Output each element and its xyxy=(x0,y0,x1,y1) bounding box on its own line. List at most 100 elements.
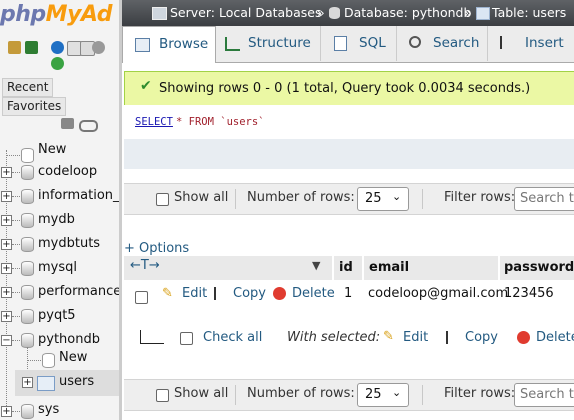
tree-item-pyqt5[interactable]: pyqt5 xyxy=(38,308,76,323)
tree-item-mysql[interactable]: mysql xyxy=(38,260,77,275)
row-delete-link[interactable]: Delete xyxy=(292,286,335,301)
logo-text-php: php xyxy=(0,2,46,27)
tab-structure-label: Structure xyxy=(248,35,311,51)
table-row: ✎ Edit Copy Delete 1 codeloop@gmail.com … xyxy=(124,281,574,309)
table-header-id[interactable]: id xyxy=(334,256,362,280)
bulk-copy-button[interactable]: Copy xyxy=(465,330,498,345)
cell-id[interactable]: 1 xyxy=(344,286,352,301)
tree-item-new-table[interactable]: New xyxy=(59,350,87,365)
with-selected-label: With selected: xyxy=(287,330,381,345)
expand-icon[interactable]: + xyxy=(22,377,33,388)
reload-icon[interactable] xyxy=(51,57,64,70)
check-all-label[interactable]: Check all xyxy=(203,330,262,345)
table-header-password-label: password xyxy=(504,260,574,275)
expand-icon[interactable]: + xyxy=(1,167,12,178)
show-all-label[interactable]: Show all xyxy=(174,386,228,401)
row-copy-link[interactable]: Copy xyxy=(233,286,266,301)
collapse-all-icon[interactable] xyxy=(61,118,74,129)
breadcrumb-table[interactable]: Table: users xyxy=(492,5,566,20)
show-all-label[interactable]: Show all xyxy=(174,190,228,205)
database-icon xyxy=(21,165,34,180)
tree-item-mydbtuts[interactable]: mydbtuts xyxy=(38,236,100,251)
expand-icon[interactable]: + xyxy=(1,239,12,250)
tab-structure[interactable]: Structure xyxy=(215,26,321,61)
tree-item-sys[interactable]: sys xyxy=(38,402,59,417)
rows-per-page-select[interactable]: 25 ⌄ xyxy=(357,187,409,211)
expand-icon[interactable]: + xyxy=(1,311,12,322)
database-icon xyxy=(21,189,34,204)
tree-item-performance-schema[interactable]: performance_ xyxy=(38,284,119,299)
table-header-id-label: id xyxy=(339,260,353,275)
tree-item-pythondb[interactable]: pythondb xyxy=(38,332,100,347)
row-edit-link[interactable]: Edit xyxy=(182,286,207,301)
table-icon xyxy=(476,7,490,20)
breadcrumb-server[interactable]: Server: Local Databases xyxy=(170,5,321,20)
expand-icon[interactable]: + xyxy=(1,263,12,274)
logo-text-myadmin: MyAd xyxy=(45,2,113,27)
table-header-email-label: email xyxy=(369,260,410,275)
sql-query-rest: * FROM `users` xyxy=(176,116,265,128)
database-icon xyxy=(21,309,34,324)
number-of-rows-label: Number of rows: xyxy=(247,386,355,401)
sort-triangle-icon[interactable]: ▼ xyxy=(312,259,320,272)
filter-rows-input[interactable]: Search th xyxy=(514,187,574,211)
nav-splitter[interactable] xyxy=(119,0,122,420)
expand-icon[interactable]: + xyxy=(1,191,12,202)
rows-per-page-select[interactable]: 25 ⌄ xyxy=(357,383,409,407)
row-checkbox[interactable] xyxy=(135,291,148,304)
bulk-delete-button[interactable]: Delete xyxy=(536,330,574,345)
tab-bar: Browse Structure SQL Search Insert xyxy=(122,26,574,63)
sql-icon xyxy=(334,36,347,51)
sql-keyword-select[interactable]: SELECT xyxy=(135,116,173,128)
bulk-edit-button[interactable]: Edit xyxy=(403,330,428,345)
breadcrumb-database[interactable]: Database: pythondb xyxy=(344,5,471,20)
expand-icon[interactable]: + xyxy=(1,287,12,298)
tree-item-information-schema[interactable]: information_s xyxy=(38,188,119,203)
tree-item-new[interactable]: New xyxy=(38,142,66,157)
database-icon xyxy=(21,237,34,252)
link-icon[interactable] xyxy=(79,120,98,132)
home-icon[interactable] xyxy=(8,41,21,54)
recent-tab[interactable]: Recent xyxy=(2,78,54,97)
collapse-icon[interactable]: − xyxy=(1,335,12,346)
check-all-arrow-icon-stem xyxy=(140,343,164,344)
gear-icon[interactable] xyxy=(92,41,105,54)
breadcrumb-separator: » xyxy=(464,5,472,20)
tab-search[interactable]: Search xyxy=(397,26,488,61)
pencil-icon: ✎ xyxy=(162,286,173,301)
new-database-icon xyxy=(21,148,34,163)
sql-query-text[interactable]: SELECT * FROM `users` xyxy=(124,105,574,139)
checkmark-icon: ✔ xyxy=(140,78,152,94)
rows-per-page-value: 25 xyxy=(365,387,382,402)
options-link[interactable]: + Options xyxy=(124,241,189,256)
help-icon[interactable] xyxy=(51,41,64,54)
structure-icon xyxy=(225,37,240,51)
chevron-down-icon: ⌄ xyxy=(392,386,402,399)
cell-email[interactable]: codeloop@gmail.com xyxy=(368,286,508,301)
column-resize-arrows-icon[interactable]: ←T→ xyxy=(130,258,160,273)
tab-browse[interactable]: Browse xyxy=(122,26,216,63)
database-icon xyxy=(21,261,34,276)
favorites-tab[interactable]: Favorites xyxy=(2,97,67,116)
check-all-checkbox[interactable] xyxy=(180,332,193,345)
cell-password[interactable]: 123456 xyxy=(504,286,554,301)
expand-icon[interactable]: + xyxy=(1,215,12,226)
tree-item-users[interactable]: users xyxy=(59,374,94,389)
expand-icon[interactable]: + xyxy=(1,406,12,417)
navigation-panel: phpMyAd Recent Favorites New + codeloop … xyxy=(0,0,119,420)
breadcrumb-separator: » xyxy=(317,5,325,20)
table-header-password[interactable]: password xyxy=(500,256,574,280)
tab-sql[interactable]: SQL xyxy=(321,26,397,61)
success-message: ✔ Showing rows 0 - 0 (1 total, Query too… xyxy=(124,71,574,107)
logout-icon[interactable] xyxy=(25,41,38,54)
show-all-checkbox[interactable] xyxy=(156,389,169,402)
phpmyadmin-logo[interactable]: phpMyAd xyxy=(0,2,113,27)
tree-item-codeloop[interactable]: codeloop xyxy=(38,164,97,179)
filter-rows-input[interactable]: Search th xyxy=(514,383,574,407)
table-header-email[interactable]: email xyxy=(364,256,498,280)
tree-item-mydb[interactable]: mydb xyxy=(38,212,75,227)
tab-insert[interactable]: Insert xyxy=(488,26,574,61)
search-icon xyxy=(409,36,421,48)
show-all-checkbox[interactable] xyxy=(156,193,169,206)
success-message-text: Showing rows 0 - 0 (1 total, Query took … xyxy=(159,81,531,96)
